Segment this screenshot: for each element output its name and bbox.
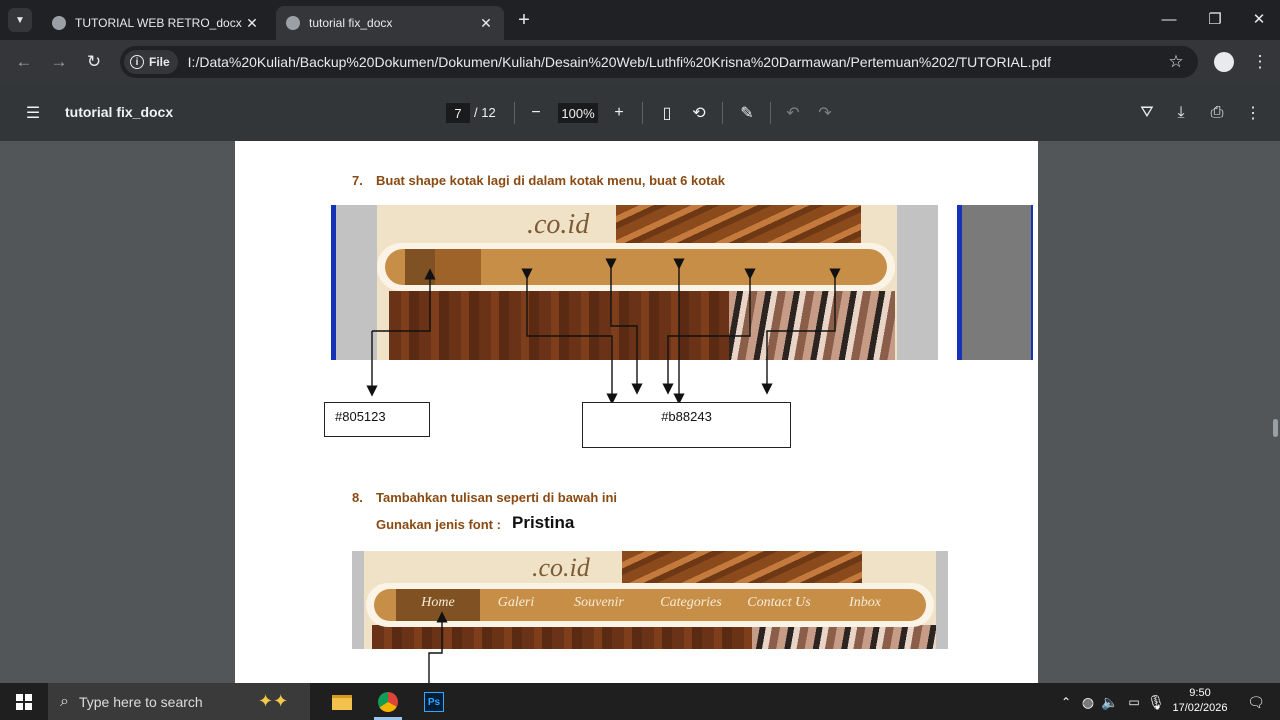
divider (642, 102, 643, 124)
close-tab-icon[interactable]: ✕ (478, 15, 494, 32)
bookmark-star-icon[interactable]: ☆ (1162, 48, 1190, 76)
browser-menu-icon[interactable]: ⋮ (1246, 48, 1274, 76)
print-icon[interactable]: ⎙ (1206, 102, 1228, 124)
info-icon: i (130, 55, 144, 69)
profile-avatar[interactable] (1214, 52, 1234, 72)
address-bar[interactable]: i File I:/Data%20Kuliah/Backup%20Dokumen… (120, 46, 1198, 78)
page-number-input[interactable]: 7 (446, 103, 470, 123)
zoom-out-button[interactable]: − (525, 102, 547, 124)
zoom-in-button[interactable]: + (608, 102, 630, 124)
url-text[interactable]: I:/Data%20Kuliah/Backup%20Dokumen/Dokume… (188, 54, 1051, 70)
pdf-page: 7. Buat shape kotak lagi di dalam kotak … (235, 141, 1038, 683)
tab-title: tutorial fix_docx (309, 16, 393, 30)
tab-strip: ▼ TUTORIAL WEB RETRO_docx ✕ tutorial fix… (0, 0, 1280, 40)
rotate-icon[interactable]: ⟲ (688, 102, 710, 124)
divider (770, 102, 771, 124)
more-options-icon[interactable]: ⋮ (1242, 102, 1264, 124)
divider (722, 102, 723, 124)
globe-icon (286, 16, 300, 30)
windows-taskbar: ⌕ Type here to search ✦✦ Ps ⌃ ◍ 🔈 ▭ 🎙 9:… (0, 683, 1280, 720)
close-window-button[interactable]: ✕ (1236, 4, 1280, 34)
pdf-viewer[interactable]: 7. Buat shape kotak lagi di dalam kotak … (0, 141, 1280, 683)
windows-start-icon[interactable] (4, 687, 44, 717)
tab-tutorial-web-retro[interactable]: TUTORIAL WEB RETRO_docx ✕ (42, 6, 270, 40)
tab-search-button[interactable]: ▼ (8, 8, 32, 32)
reload-button[interactable]: ↻ (80, 48, 108, 76)
browser-toolbar: ← → ↻ i File I:/Data%20Kuliah/Backup%20D… (0, 40, 1280, 84)
tab-title: TUTORIAL WEB RETRO_docx (75, 16, 242, 30)
fit-page-icon[interactable]: ▯ (656, 102, 678, 124)
clock[interactable]: 9:50 17/02/2026 (1168, 686, 1232, 716)
redo-icon[interactable]: ↷ (814, 102, 836, 124)
site-info-chip[interactable]: i File (124, 50, 178, 74)
minimize-button[interactable]: — (1146, 4, 1192, 34)
back-button[interactable]: ← (10, 48, 38, 76)
annotate-pen-icon[interactable]: ✎ (736, 102, 758, 124)
tab-tutorial-fix[interactable]: tutorial fix_docx ✕ (276, 6, 504, 40)
search-icon: ⌕ (60, 692, 69, 710)
close-tab-icon[interactable]: ✕ (244, 15, 260, 32)
photoshop-icon[interactable]: Ps (414, 687, 454, 717)
save-to-drive-icon[interactable]: ⛛ (1136, 102, 1158, 124)
restore-button[interactable]: ❐ (1192, 4, 1238, 34)
zoom-input[interactable]: 100% (558, 103, 598, 123)
chrome-icon[interactable] (368, 687, 408, 717)
file-label: File (149, 55, 170, 69)
scrollbar-thumb[interactable] (1273, 419, 1278, 437)
pdf-toolbar: ☰ tutorial fix_docx 7 / 12 − 100% + ▯ ⟲ … (0, 84, 1280, 141)
document-title: tutorial fix_docx (65, 104, 174, 120)
menu-icon[interactable]: ☰ (22, 102, 44, 124)
new-tab-button[interactable]: + (512, 8, 536, 32)
file-explorer-icon[interactable] (322, 687, 362, 717)
globe-icon (52, 16, 66, 30)
scrollbar[interactable] (1270, 141, 1280, 683)
sparkle-icon: ✦✦ (258, 691, 289, 711)
clock-date: 17/02/2026 (1172, 702, 1228, 714)
notification-icon[interactable]: 🗨 (1236, 687, 1276, 717)
home-arrow (428, 611, 448, 683)
clock-time: 9:50 (1189, 687, 1211, 699)
page-total: / 12 (474, 105, 496, 120)
forward-button[interactable]: → (45, 48, 73, 76)
divider (514, 102, 515, 124)
undo-icon[interactable]: ↶ (782, 102, 804, 124)
download-icon[interactable]: ⤓ (1170, 102, 1192, 124)
taskbar-search-box[interactable]: ⌕ Type here to search ✦✦ (48, 683, 310, 720)
search-placeholder: Type here to search (78, 693, 203, 710)
